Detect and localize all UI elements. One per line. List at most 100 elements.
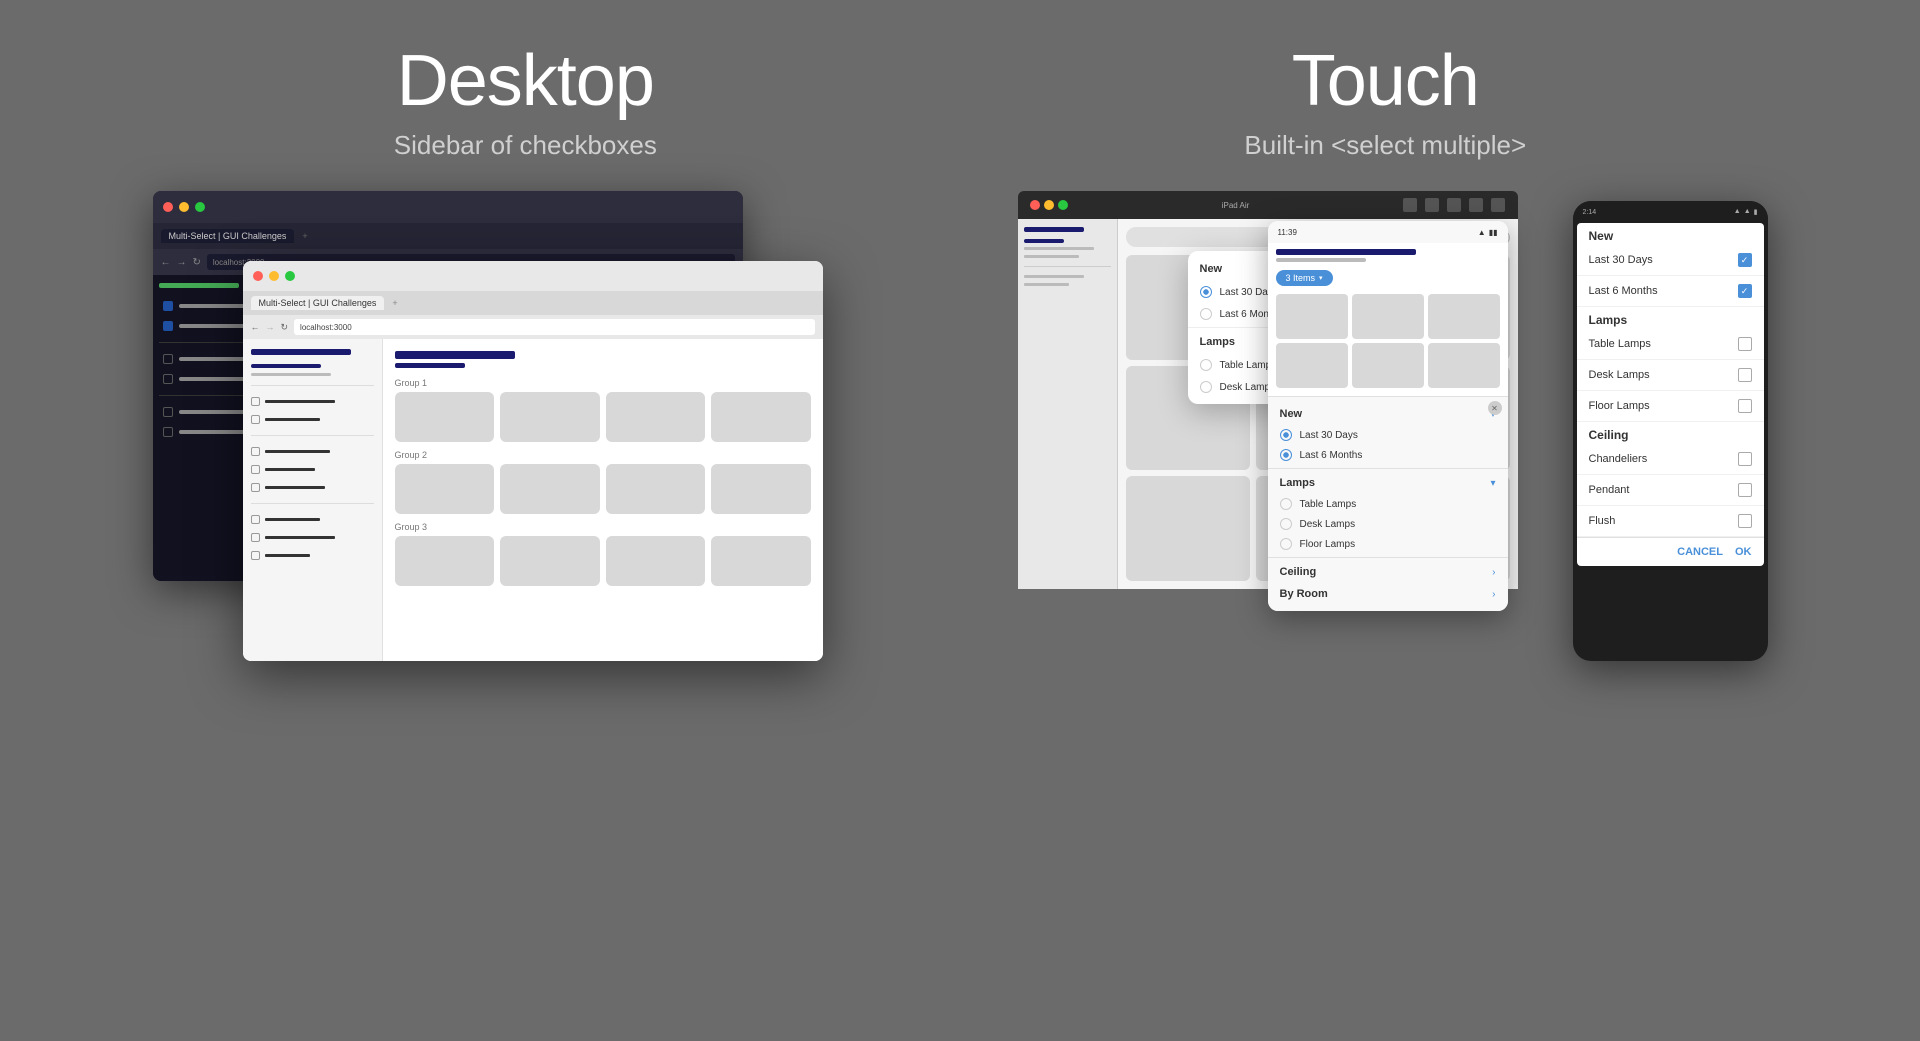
- dark-checkbox-5[interactable]: [163, 407, 173, 417]
- light-sidebar-item-5[interactable]: [251, 481, 374, 494]
- light-sidebar-item-3[interactable]: [251, 445, 374, 458]
- front-fwd-btn[interactable]: →: [266, 322, 275, 332]
- android-cb-floor[interactable]: [1738, 399, 1752, 413]
- iphone-close-btn[interactable]: ✕: [1488, 401, 1502, 415]
- dark-checkbox-1[interactable]: [163, 301, 173, 311]
- radio-30days[interactable]: [1200, 286, 1212, 298]
- front-address-field[interactable]: localhost:3000: [294, 319, 814, 335]
- front-tab-active[interactable]: Multi-Select | GUI Challenges: [251, 296, 385, 310]
- iphone-radio-6months[interactable]: [1280, 449, 1292, 461]
- light-sidebar-item-2[interactable]: [251, 413, 374, 426]
- light-cb-8[interactable]: [251, 551, 260, 560]
- iphone-dropdown-group-lamps[interactable]: Lamps ▾: [1268, 472, 1508, 494]
- android-6months-label: Last 6 Months: [1589, 285, 1658, 297]
- android-item-flush[interactable]: Flush: [1577, 506, 1764, 537]
- ipad-min[interactable]: [1044, 200, 1054, 210]
- light-main-area: Group 1 Group 2 Group 3: [383, 339, 823, 661]
- minimize-dot[interactable]: [179, 202, 189, 212]
- android-item-table[interactable]: Table Lamps: [1577, 329, 1764, 360]
- light-cb-3[interactable]: [251, 447, 260, 456]
- ipad-sidebar-h1: [1024, 227, 1084, 232]
- front-maximize-dot[interactable]: [285, 271, 295, 281]
- ipad-icon-1[interactable]: [1403, 198, 1417, 212]
- light-cb-1[interactable]: [251, 397, 260, 406]
- ipad-max[interactable]: [1058, 200, 1068, 210]
- light-sidebar-item-6[interactable]: [251, 513, 374, 526]
- android-cb-30days[interactable]: ✓: [1738, 253, 1752, 267]
- light-cb-7[interactable]: [251, 533, 260, 542]
- ipad-icon-3[interactable]: [1447, 198, 1461, 212]
- light-cb-6[interactable]: [251, 515, 260, 524]
- iphone-item-table[interactable]: Table Lamps: [1268, 494, 1508, 514]
- android-item-30days[interactable]: Last 30 Days ✓: [1577, 245, 1764, 276]
- iphone-radio-table[interactable]: [1280, 498, 1292, 510]
- light-sidebar-item-1[interactable]: [251, 395, 374, 408]
- iphone-radio-floor[interactable]: [1280, 538, 1292, 550]
- light-cb-2[interactable]: [251, 415, 260, 424]
- dark-checkbox-6[interactable]: [163, 427, 173, 437]
- ipad-cell-7: [1126, 476, 1250, 581]
- android-header-ceiling: Ceiling: [1577, 422, 1764, 444]
- front-close-dot[interactable]: [253, 271, 263, 281]
- light-cb-5[interactable]: [251, 483, 260, 492]
- iphone-radio-30days[interactable]: [1280, 429, 1292, 441]
- iphone-item-30days[interactable]: Last 30 Days: [1268, 425, 1508, 445]
- android-cb-table[interactable]: [1738, 337, 1752, 351]
- iphone-badge-wrap[interactable]: 3 Items ▾: [1268, 268, 1508, 290]
- ipad-s-line-3: [1024, 275, 1084, 278]
- light-sidebar-item-7[interactable]: [251, 531, 374, 544]
- iphone-filter-badge[interactable]: 3 Items ▾: [1276, 270, 1333, 286]
- android-cb-desk[interactable]: [1738, 368, 1752, 382]
- android-30days-label: Last 30 Days: [1589, 254, 1653, 266]
- dark-checkbox-2[interactable]: [163, 321, 173, 331]
- iphone-desk-label: Desk Lamps: [1300, 519, 1356, 530]
- radio-desk[interactable]: [1200, 381, 1212, 393]
- new-tab-btn[interactable]: +: [392, 298, 397, 308]
- ipad-icon-4[interactable]: [1469, 198, 1483, 212]
- iphone-30days-label: Last 30 Days: [1300, 430, 1358, 441]
- android-phone: 2:14 ▲ ▲ ▮ New Last 30 Days ✓: [1573, 201, 1768, 661]
- maximize-dot[interactable]: [195, 202, 205, 212]
- close-dot[interactable]: [163, 202, 173, 212]
- back-arrow[interactable]: ←: [161, 257, 171, 268]
- front-back-btn[interactable]: ←: [251, 322, 260, 332]
- light-sidebar-item-4[interactable]: [251, 463, 374, 476]
- android-item-floor[interactable]: Floor Lamps: [1577, 391, 1764, 422]
- radio-table[interactable]: [1200, 359, 1212, 371]
- light-divider-2: [251, 435, 374, 436]
- iphone-dropdown-group-new[interactable]: New ▾: [1268, 403, 1508, 425]
- iphone-cell-4: [1276, 343, 1348, 388]
- refresh-arrow[interactable]: ↻: [193, 257, 201, 268]
- front-minimize-dot[interactable]: [269, 271, 279, 281]
- iphone-item-6months[interactable]: Last 6 Months: [1268, 445, 1508, 465]
- iphone-radio-desk[interactable]: [1280, 518, 1292, 530]
- android-cb-chandeliers[interactable]: [1738, 452, 1752, 466]
- back-tab-active[interactable]: Multi-Select | GUI Challenges: [161, 229, 295, 243]
- light-divider-3: [251, 503, 374, 504]
- android-item-chandeliers[interactable]: Chandeliers: [1577, 444, 1764, 475]
- ipad-icon-5[interactable]: [1491, 198, 1505, 212]
- radio-6months[interactable]: [1200, 308, 1212, 320]
- iphone-byroom-label: By Room: [1280, 588, 1328, 600]
- android-ok-btn[interactable]: OK: [1735, 546, 1752, 558]
- android-item-desk[interactable]: Desk Lamps: [1577, 360, 1764, 391]
- android-item-pendant[interactable]: Pendant: [1577, 475, 1764, 506]
- forward-arrow[interactable]: →: [177, 257, 187, 268]
- light-cb-4[interactable]: [251, 465, 260, 474]
- front-refresh-btn[interactable]: ↻: [281, 322, 289, 333]
- ipad-close[interactable]: [1030, 200, 1040, 210]
- android-cb-6months[interactable]: ✓: [1738, 284, 1752, 298]
- iphone-item-floor[interactable]: Floor Lamps: [1268, 534, 1508, 554]
- android-item-6months[interactable]: Last 6 Months ✓: [1577, 276, 1764, 307]
- iphone-dropdown-group-byroom[interactable]: By Room ›: [1268, 583, 1508, 605]
- android-time: 2:14: [1583, 209, 1597, 216]
- android-cb-pendant[interactable]: [1738, 483, 1752, 497]
- dark-checkbox-3[interactable]: [163, 354, 173, 364]
- ipad-icon-2[interactable]: [1425, 198, 1439, 212]
- android-cb-flush[interactable]: [1738, 514, 1752, 528]
- iphone-item-desk[interactable]: Desk Lamps: [1268, 514, 1508, 534]
- dark-checkbox-4[interactable]: [163, 374, 173, 384]
- light-sidebar-item-8[interactable]: [251, 549, 374, 562]
- android-cancel-btn[interactable]: CANCEL: [1677, 546, 1723, 558]
- iphone-dropdown-group-ceiling[interactable]: Ceiling ›: [1268, 561, 1508, 583]
